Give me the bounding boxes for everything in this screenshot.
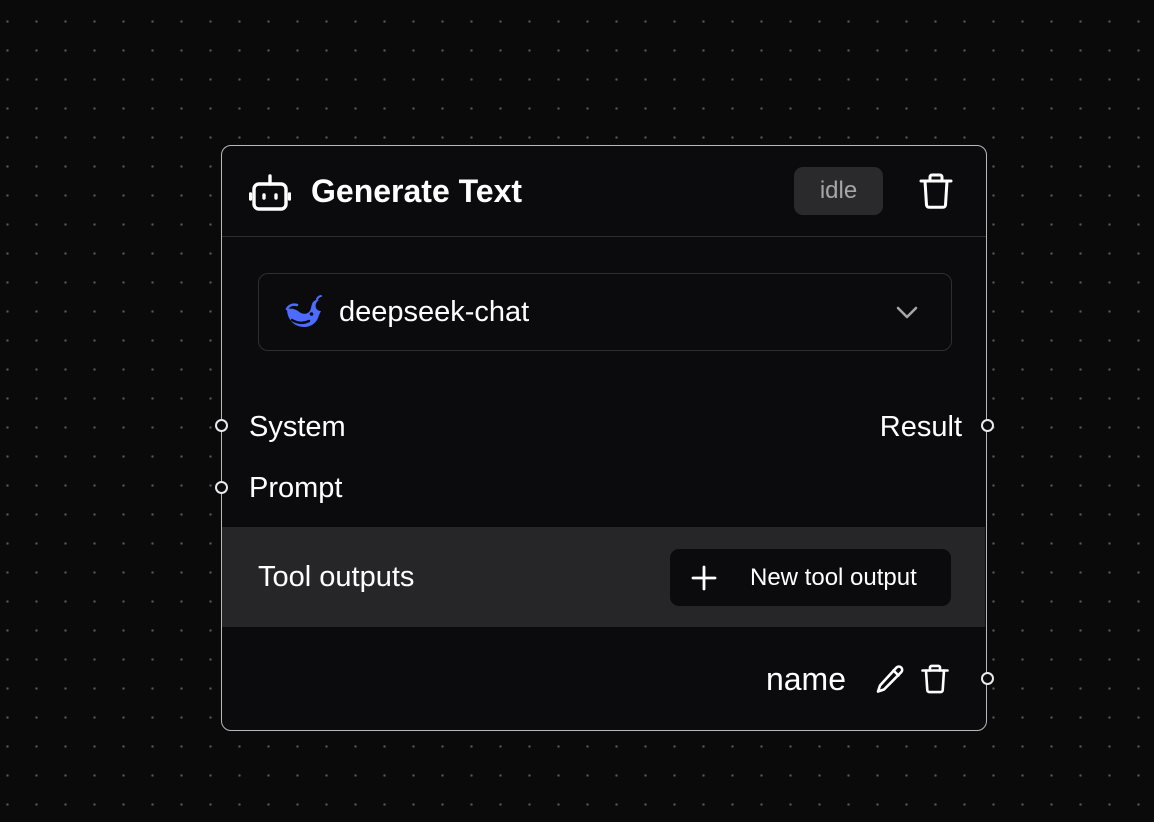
tool-output-name: name (765, 661, 846, 697)
bot-icon (249, 174, 291, 211)
input-port-system[interactable] (214, 419, 228, 432)
node-header: Generate Text idle (222, 146, 986, 237)
pencil-icon[interactable] (875, 663, 907, 695)
new-tool-output-button[interactable]: New tool output (670, 549, 951, 606)
input-label-system: System (249, 411, 346, 443)
new-tool-output-label: New tool output (750, 564, 917, 591)
generate-text-node[interactable]: Generate Text idle deepseek-chat System … (214, 145, 994, 731)
model-select[interactable]: deepseek-chat (258, 273, 952, 351)
trash-icon[interactable] (919, 663, 951, 695)
chevron-down-icon (896, 306, 918, 319)
output-port-tool-name[interactable] (980, 672, 994, 685)
tool-outputs-section: Tool outputs New tool output (222, 527, 985, 627)
plus-icon (691, 565, 717, 591)
trash-icon[interactable] (916, 171, 956, 211)
tool-outputs-label: Tool outputs (258, 561, 415, 593)
model-select-value: deepseek-chat (339, 296, 530, 328)
output-label-result: Result (879, 411, 962, 443)
output-port-result[interactable] (980, 419, 994, 432)
node-title: Generate Text (311, 173, 523, 209)
input-port-prompt[interactable] (214, 481, 228, 494)
deepseek-whale-icon (285, 295, 322, 327)
status-badge: idle (794, 167, 883, 215)
input-label-prompt: Prompt (249, 472, 343, 504)
